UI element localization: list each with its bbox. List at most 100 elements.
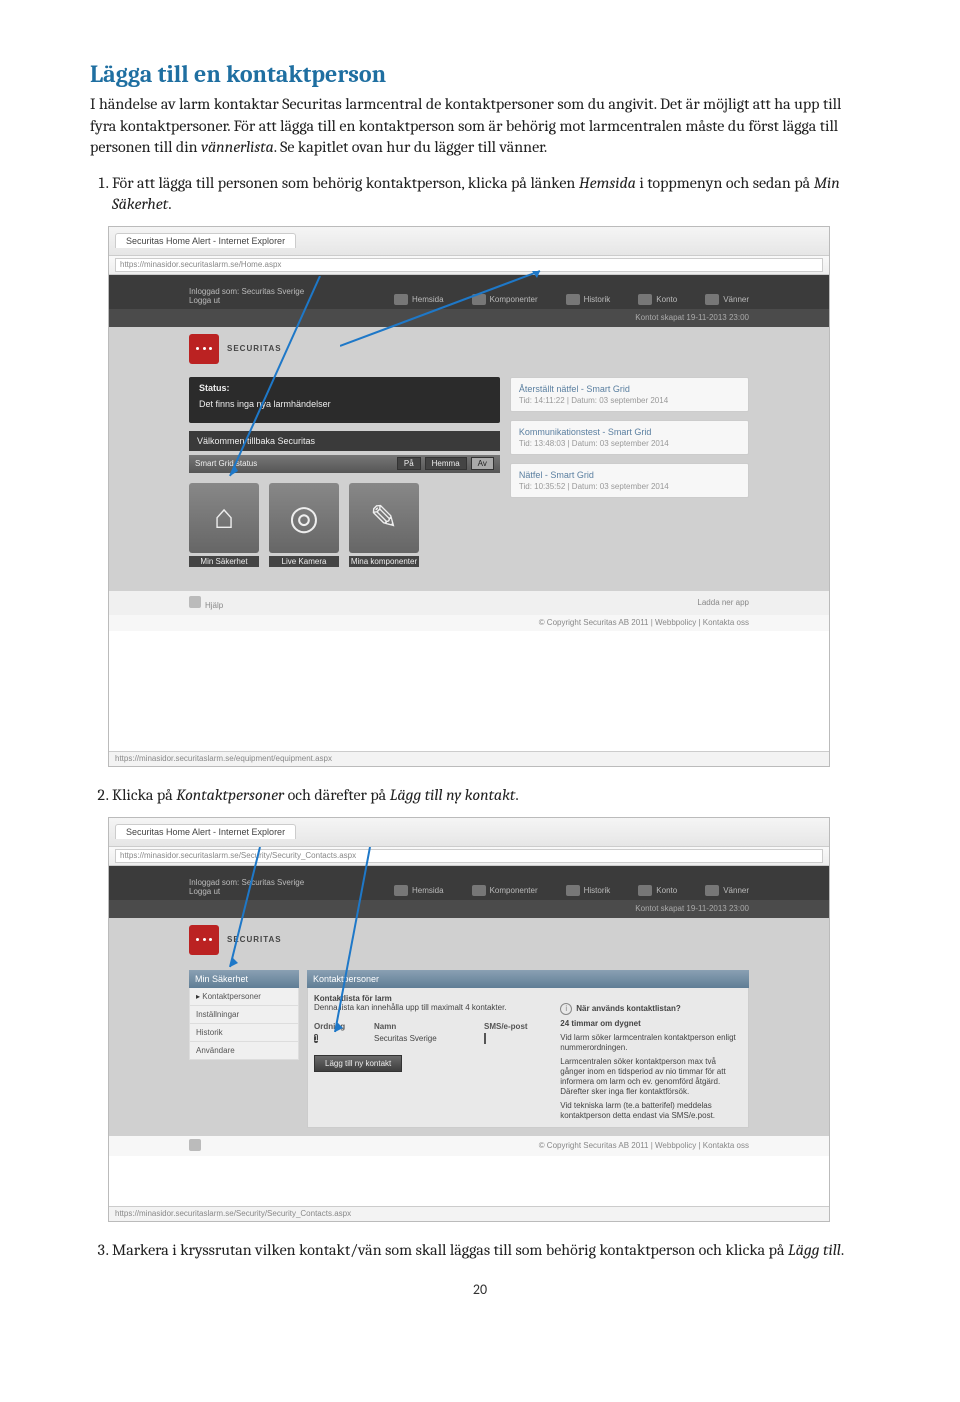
copyright-text-2: © Copyright Securitas AB 2011 | Webbpoli… (539, 1141, 749, 1150)
screenshot-2-wrapper: Securitas Home Alert - Internet Explorer… (90, 817, 870, 1222)
securitas-logo-icon (189, 334, 219, 364)
friends-icon (705, 885, 719, 896)
step-2: Klicka på Kontaktpersoner och därefter p… (112, 785, 870, 807)
step-1: För att lägga till personen som behörig … (112, 173, 870, 216)
sidebar: Min Säkerhet Kontaktpersoner Inställning… (189, 970, 299, 1128)
app-header: Inloggad som: Securitas Sverige Logga ut… (109, 275, 829, 309)
nav-vanner: Vänner (705, 294, 749, 305)
event-sub-2: Tid: 10:35:52 | Datum: 03 september 2014 (519, 482, 740, 491)
step-3: Markera i kryssrutan vilken kontakt/vän … (112, 1240, 870, 1262)
step-3-text-a: Markera i kryssrutan vilken kontakt/vän … (112, 1241, 788, 1259)
nav-konto: Konto (638, 294, 677, 305)
event-sub-0: Tid: 14:11:22 | Datum: 03 september 2014 (519, 396, 740, 405)
account-created-label-2: Kontot skapat 19-11-2013 23:00 (635, 904, 749, 913)
step-2-text-b: och därefter på (284, 786, 390, 804)
sidebar-item-installningar: Inställningar (189, 1006, 299, 1024)
nav-vanner-label-2: Vänner (723, 886, 749, 895)
house-icon: ⌂ (214, 498, 235, 537)
logged-in-label: Inloggad som: Securitas Sverige (189, 287, 304, 296)
row-name: Securitas Sverige (374, 1034, 464, 1043)
account-icon (638, 294, 652, 305)
app-subheader: Kontot skapat 19-11-2013 23:00 (109, 309, 829, 327)
nav-hemsida-2: Hemsida (394, 885, 444, 896)
help-icon (189, 596, 201, 608)
browser-tab: Securitas Home Alert - Internet Explorer (115, 233, 296, 248)
smartgrid-row: Smart Grid status På Hemma Av (189, 455, 500, 473)
page-number: 20 (90, 1281, 870, 1298)
tile-min-sakerhet: ⌂ Min Säkerhet (189, 483, 259, 553)
info-box-title: När används kontaktlistan? (576, 1004, 680, 1013)
nav-hemsida-label: Hemsida (412, 295, 444, 304)
welcome-bar: Välkommen tillbaka Securitas (189, 431, 500, 451)
add-contact-button: Lägg till ny kontakt (314, 1055, 402, 1072)
tile-label-komp: Mina komponenter (349, 556, 419, 567)
logout-link: Logga ut (189, 296, 220, 305)
tile-label-kam: Live Kamera (269, 556, 339, 567)
step-2-text-a: Klicka på (112, 786, 176, 804)
browser-chrome-2: Securitas Home Alert - Internet Explorer (109, 818, 829, 847)
checkbox-icon (484, 1033, 486, 1044)
nav-konto-label-2: Konto (656, 886, 677, 895)
app-footer: Hjälp Ladda ner app (109, 591, 829, 615)
contactlist-title: Kontaktlista för larm (314, 994, 742, 1003)
download-app-label: Ladda ner app (697, 598, 749, 607)
event-card-2: Nätfel - Smart Grid Tid: 10:35:52 | Datu… (510, 463, 749, 498)
contactlist-note: Denna lista kan innehålla upp till maxim… (314, 1003, 550, 1012)
event-title-2: Nätfel - Smart Grid (519, 470, 740, 480)
brand-text-2: SECURITAS (227, 935, 282, 944)
account-created-label: Kontot skapat 19-11-2013 23:00 (635, 313, 749, 322)
event-sub-1: Tid: 13:48:03 | Datum: 03 september 2014 (519, 439, 740, 448)
browser-status-strip: https://minasidor.securitaslarm.se/equip… (109, 751, 829, 766)
sidebar-item-historik: Historik (189, 1024, 299, 1042)
home-icon (394, 885, 408, 896)
status-body: Det finns inga nya larmhändelser (199, 399, 490, 409)
app-header-2: Inloggad som: Securitas Sverige Logga ut… (109, 866, 829, 900)
browser-chrome: Securitas Home Alert - Internet Explorer (109, 227, 829, 256)
url-box: https://minasidor.securitaslarm.se/Home.… (115, 258, 823, 272)
wrench-icon: ✎ (370, 498, 399, 538)
nav-komponenter-label-2: Komponenter (490, 886, 538, 895)
copyright-text: © Copyright Securitas AB 2011 | Webbpoli… (539, 618, 749, 627)
nav-konto-2: Konto (638, 885, 677, 896)
nav-hemsida: Hemsida (394, 294, 444, 305)
browser-tab-2: Securitas Home Alert - Internet Explorer (115, 824, 296, 839)
nav-konto-label: Konto (656, 295, 677, 304)
tile-label-sak: Min Säkerhet (189, 556, 259, 567)
friends-icon (705, 294, 719, 305)
info-p4: Vid tekniska larm (te.a batterifel) medd… (560, 1101, 742, 1121)
info-p1: 24 timmar om dygnet (560, 1019, 742, 1029)
screenshot-1-wrapper: Securitas Home Alert - Internet Explorer… (90, 226, 870, 767)
screenshot-1: Securitas Home Alert - Internet Explorer… (108, 226, 830, 767)
col-namn: Namn (374, 1022, 464, 1031)
intro-em-vannerlista: vännerlista (201, 138, 274, 156)
camera-icon: ◎ (289, 498, 319, 538)
sg-btn-av: Av (471, 457, 494, 470)
tile-live-kamera: ◎ Live Kamera (269, 483, 339, 553)
step-1-em-hemsida: Hemsida (579, 174, 636, 192)
browser-status-strip-2: https://minasidor.securitaslarm.se/Secur… (109, 1206, 829, 1221)
app-subheader-2: Kontot skapat 19-11-2013 23:00 (109, 900, 829, 918)
order-badge: 1 (314, 1034, 318, 1043)
col-sms: SMS/e-post (484, 1022, 528, 1031)
intro-text-2: . Se kapitlet ovan hur du lägger till vä… (274, 138, 547, 156)
step-3-text-b: . (841, 1241, 844, 1259)
nav-historik-label: Historik (584, 295, 611, 304)
info-p3: Larmcentralen söker kontaktperson max tv… (560, 1057, 742, 1097)
step-1-text-a: För att lägga till personen som behörig … (112, 174, 579, 192)
screenshot-2: Securitas Home Alert - Internet Explorer… (108, 817, 830, 1222)
logged-in-label-2: Inloggad som: Securitas Sverige (189, 878, 304, 887)
nav-vanner-2: Vänner (705, 885, 749, 896)
step-2-text-c: . (515, 786, 518, 804)
nav-vanner-label: Vänner (723, 295, 749, 304)
nav-hemsida-label-2: Hemsida (412, 886, 444, 895)
step-1-text-c: . (168, 195, 171, 213)
table-row: 1 Securitas Sverige (314, 1033, 550, 1045)
brand-row-2: SECURITAS (109, 918, 829, 962)
step-2-em-1: Kontaktpersoner (176, 786, 284, 804)
step-1-text-b: i toppmenyn och sedan på (636, 174, 814, 192)
address-bar-2: https://minasidor.securitaslarm.se/Secur… (109, 847, 829, 866)
nav-historik-label-2: Historik (584, 886, 611, 895)
content-heading: Kontaktpersoner (307, 970, 749, 988)
logout-link-2: Logga ut (189, 887, 220, 896)
col-ordning: Ordning (314, 1022, 354, 1031)
